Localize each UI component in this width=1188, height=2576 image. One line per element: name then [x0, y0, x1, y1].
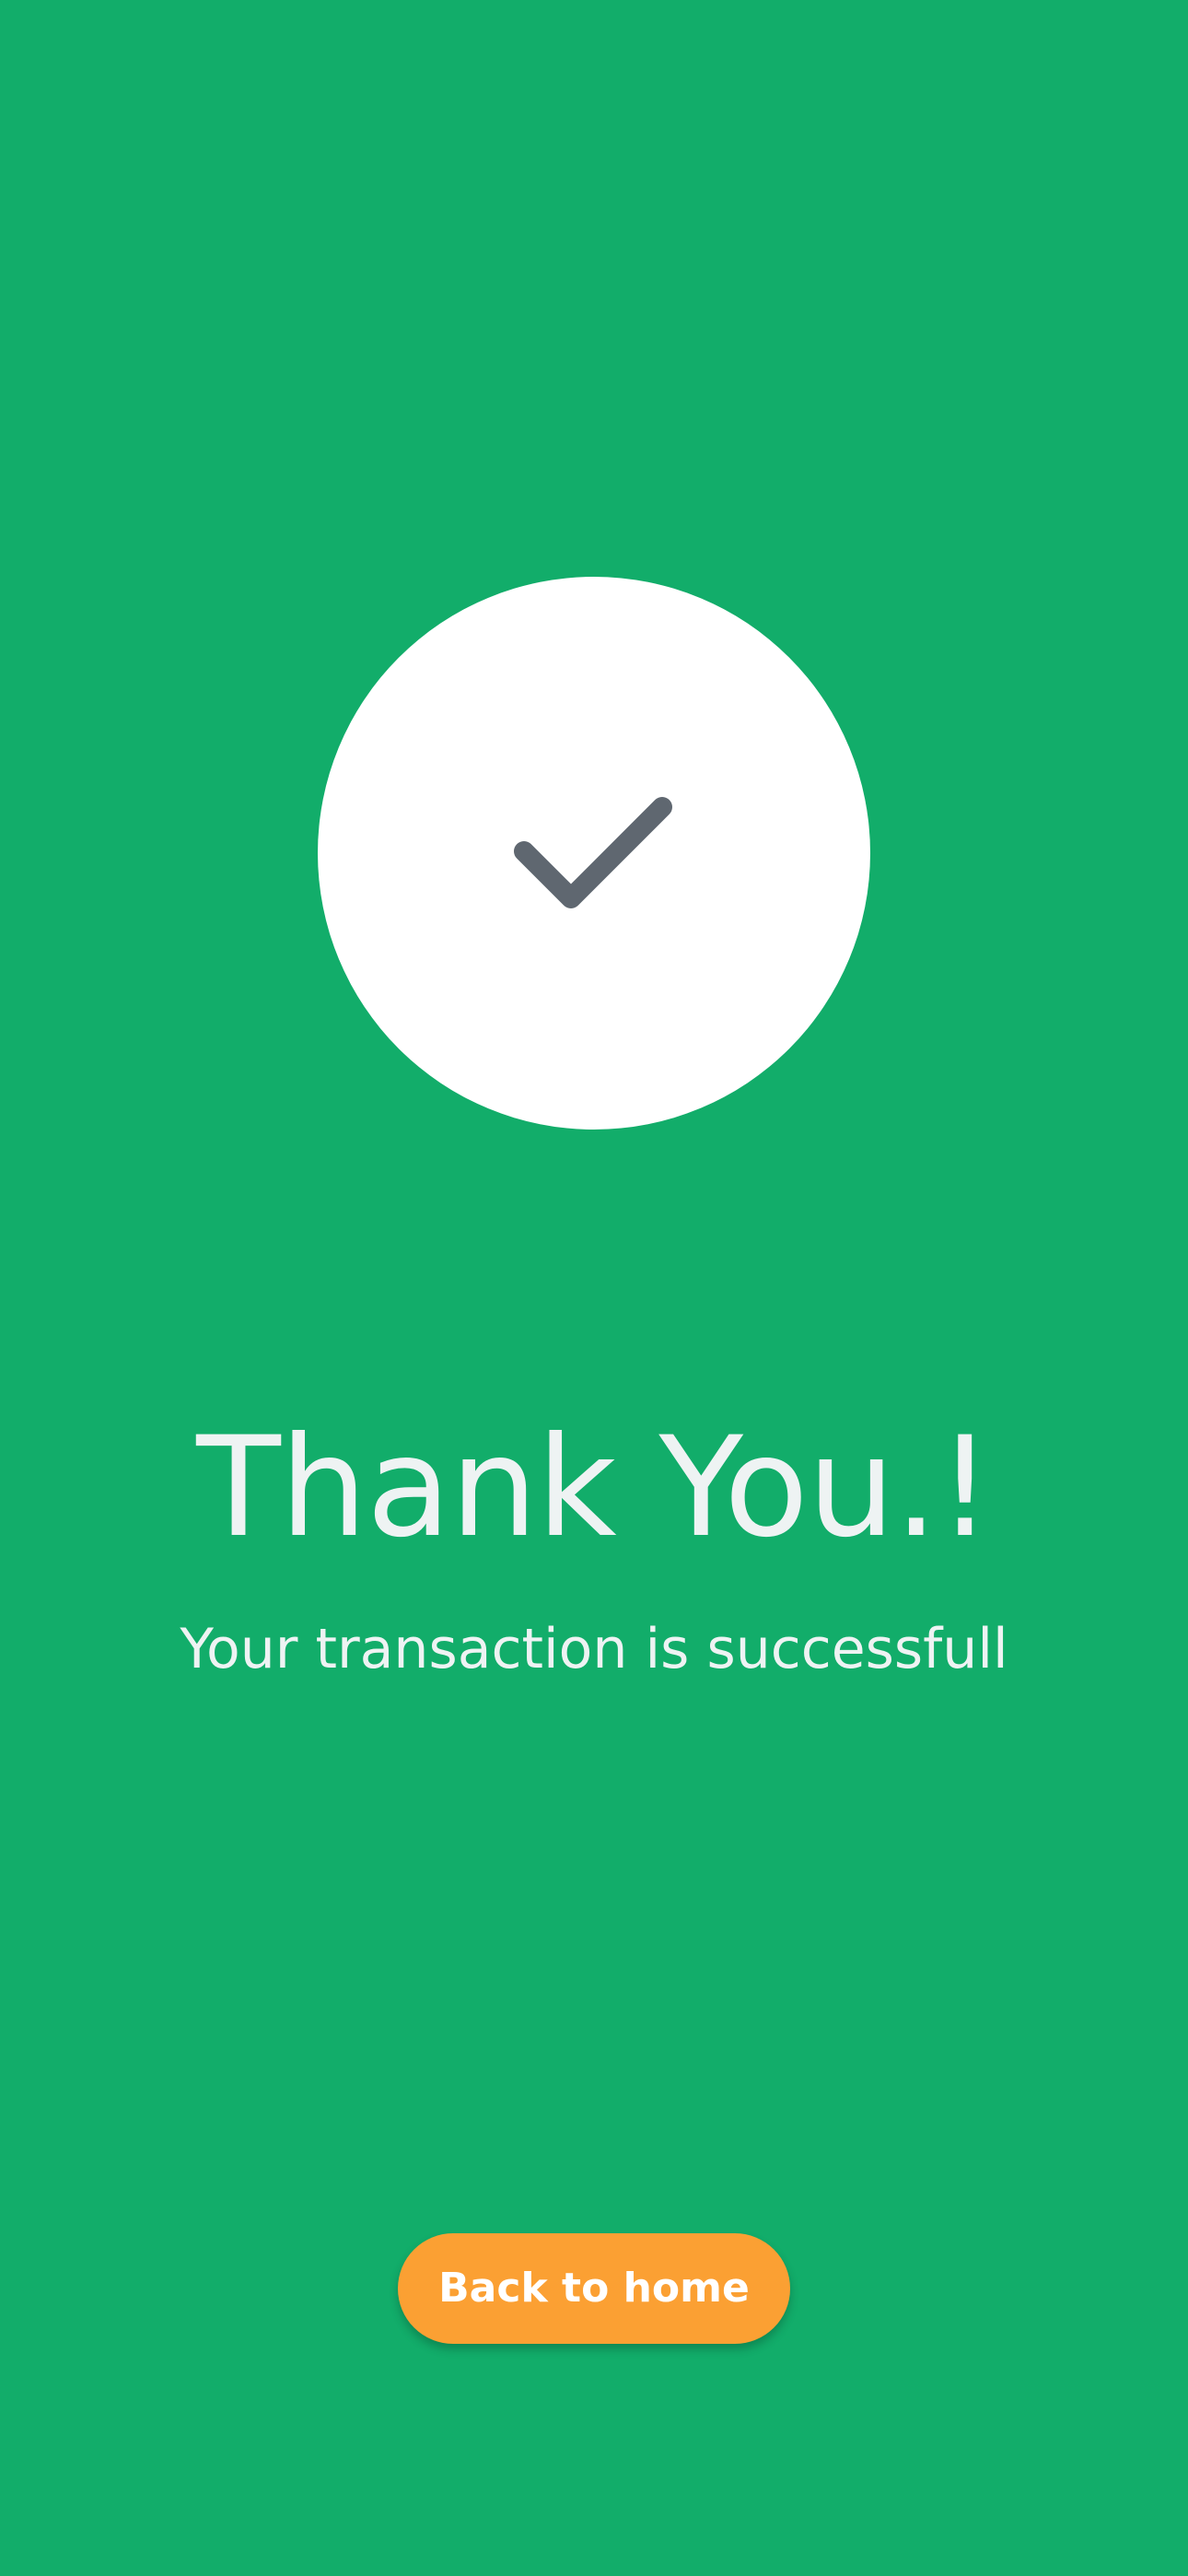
back-to-home-button[interactable]: Back to home [398, 2233, 790, 2344]
transaction-success-screen: Thank You.! Your transaction is successf… [0, 0, 1188, 2576]
success-message: Your transaction is successfull [180, 1617, 1008, 1681]
success-title: Thank You.! [196, 1408, 993, 1568]
check-icon [514, 797, 672, 908]
success-badge [318, 577, 870, 1130]
